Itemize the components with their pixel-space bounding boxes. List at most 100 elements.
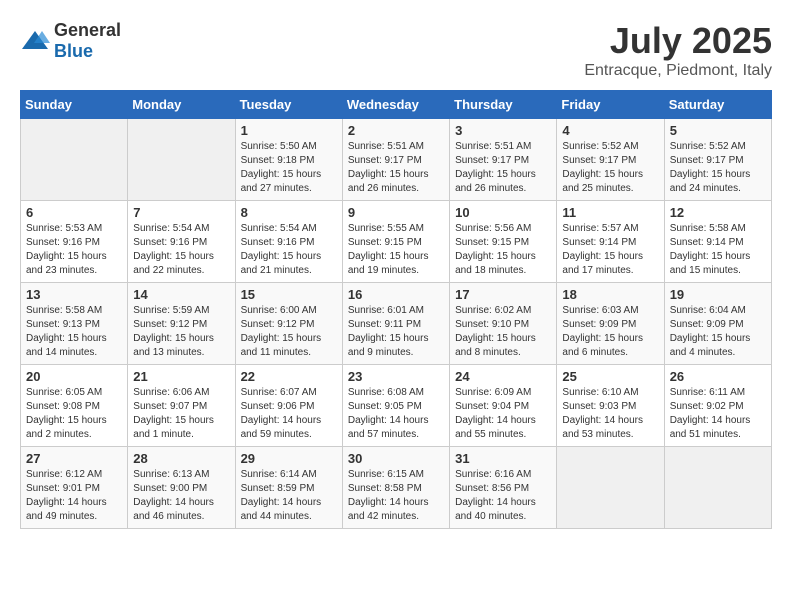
calendar-cell: 19 Sunrise: 6:04 AMSunset: 9:09 PMDayligh… — [664, 283, 771, 365]
calendar-week-row: 20Sunrise: 6:05 AMSunset: 9:08 PMDayligh… — [21, 365, 772, 447]
day-info: Sunrise: 5:56 AMSunset: 9:15 PMDaylight:… — [455, 222, 551, 278]
day-info: Sunrise: 6:04 AMSunset: 9:09 PMDaylight:… — [670, 304, 766, 360]
day-number: 25 — [562, 369, 658, 384]
calendar-cell: 26Sunrise: 6:11 AMSunset: 9:02 PMDayligh… — [664, 365, 771, 447]
weekday-header: Wednesday — [342, 91, 449, 119]
calendar-cell: 13 Sunrise: 5:58 AMSunset: 9:13 PMDayligh… — [21, 283, 128, 365]
calendar-cell — [21, 119, 128, 201]
day-number: 30 — [348, 451, 444, 466]
day-number: 16 — [348, 287, 444, 302]
day-info: Sunrise: 6:02 AMSunset: 9:10 PMDaylight:… — [455, 304, 551, 360]
calendar-cell: 3 Sunrise: 5:51 AMSunset: 9:17 PMDaylight… — [450, 119, 557, 201]
calendar-cell: 29 Sunrise: 6:14 AMSunset: 8:59 PMDayligh… — [235, 447, 342, 529]
day-number: 6 — [26, 205, 122, 220]
weekday-header: Saturday — [664, 91, 771, 119]
logo-icon — [20, 29, 50, 53]
day-info: Sunrise: 6:07 AMSunset: 9:06 PMDaylight:… — [241, 386, 337, 442]
day-number: 29 — [241, 451, 337, 466]
day-info: Sunrise: 6:05 AMSunset: 9:08 PMDaylight:… — [26, 386, 122, 442]
calendar-week-row: 13 Sunrise: 5:58 AMSunset: 9:13 PMDayligh… — [21, 283, 772, 365]
day-number: 14 — [133, 287, 229, 302]
calendar-cell: 10 Sunrise: 5:56 AMSunset: 9:15 PMDayligh… — [450, 201, 557, 283]
calendar-cell: 24Sunrise: 6:09 AMSunset: 9:04 PMDayligh… — [450, 365, 557, 447]
day-number: 10 — [455, 205, 551, 220]
calendar-cell: 1 Sunrise: 5:50 AMSunset: 9:18 PMDaylight… — [235, 119, 342, 201]
day-number: 26 — [670, 369, 766, 384]
day-info: Sunrise: 6:15 AMSunset: 8:58 PMDaylight:… — [348, 468, 444, 524]
day-number: 3 — [455, 123, 551, 138]
day-number: 22 — [241, 369, 337, 384]
calendar-cell: 12 Sunrise: 5:58 AMSunset: 9:14 PMDayligh… — [664, 201, 771, 283]
day-number: 13 — [26, 287, 122, 302]
calendar-cell: 9Sunrise: 5:55 AMSunset: 9:15 PMDaylight… — [342, 201, 449, 283]
day-number: 19 — [670, 287, 766, 302]
calendar-cell — [557, 447, 664, 529]
day-info: Sunrise: 6:13 AMSunset: 9:00 PMDaylight:… — [133, 468, 229, 524]
day-number: 12 — [670, 205, 766, 220]
weekday-header: Thursday — [450, 91, 557, 119]
month-title: July 2025 — [584, 20, 772, 62]
day-number: 1 — [241, 123, 337, 138]
day-number: 2 — [348, 123, 444, 138]
page-header: General Blue July 2025 Entracque, Piedmo… — [20, 20, 772, 80]
calendar-cell: 20Sunrise: 6:05 AMSunset: 9:08 PMDayligh… — [21, 365, 128, 447]
calendar-cell: 23Sunrise: 6:08 AMSunset: 9:05 PMDayligh… — [342, 365, 449, 447]
day-number: 27 — [26, 451, 122, 466]
day-number: 15 — [241, 287, 337, 302]
calendar-cell: 5Sunrise: 5:52 AMSunset: 9:17 PMDaylight… — [664, 119, 771, 201]
calendar-cell: 27 Sunrise: 6:12 AMSunset: 9:01 PMDayligh… — [21, 447, 128, 529]
weekday-header: Friday — [557, 91, 664, 119]
day-info: Sunrise: 6:08 AMSunset: 9:05 PMDaylight:… — [348, 386, 444, 442]
weekday-header: Monday — [128, 91, 235, 119]
logo-general: General — [54, 20, 121, 40]
calendar-cell: 22 Sunrise: 6:07 AMSunset: 9:06 PMDayligh… — [235, 365, 342, 447]
day-info: Sunrise: 6:12 AMSunset: 9:01 PMDaylight:… — [26, 468, 122, 524]
day-info: Sunrise: 6:09 AMSunset: 9:04 PMDaylight:… — [455, 386, 551, 442]
day-number: 18 — [562, 287, 658, 302]
calendar-cell: 18 Sunrise: 6:03 AMSunset: 9:09 PMDayligh… — [557, 283, 664, 365]
day-number: 21 — [133, 369, 229, 384]
day-info: Sunrise: 5:58 AMSunset: 9:14 PMDaylight:… — [670, 222, 766, 278]
calendar-cell: 14 Sunrise: 5:59 AMSunset: 9:12 PMDayligh… — [128, 283, 235, 365]
calendar-cell: 17Sunrise: 6:02 AMSunset: 9:10 PMDayligh… — [450, 283, 557, 365]
day-info: Sunrise: 6:10 AMSunset: 9:03 PMDaylight:… — [562, 386, 658, 442]
day-info: Sunrise: 5:59 AMSunset: 9:12 PMDaylight:… — [133, 304, 229, 360]
day-number: 28 — [133, 451, 229, 466]
day-info: Sunrise: 5:57 AMSunset: 9:14 PMDaylight:… — [562, 222, 658, 278]
day-info: Sunrise: 5:50 AMSunset: 9:18 PMDaylight:… — [241, 140, 337, 196]
day-info: Sunrise: 6:03 AMSunset: 9:09 PMDaylight:… — [562, 304, 658, 360]
title-block: July 2025 Entracque, Piedmont, Italy — [584, 20, 772, 80]
calendar-cell: 15 Sunrise: 6:00 AMSunset: 9:12 PMDayligh… — [235, 283, 342, 365]
weekday-header-row: SundayMondayTuesdayWednesdayThursdayFrid… — [21, 91, 772, 119]
logo-blue: Blue — [54, 41, 93, 61]
weekday-header: Sunday — [21, 91, 128, 119]
weekday-header: Tuesday — [235, 91, 342, 119]
day-number: 31 — [455, 451, 551, 466]
day-info: Sunrise: 5:53 AMSunset: 9:16 PMDaylight:… — [26, 222, 122, 278]
day-info: Sunrise: 5:58 AMSunset: 9:13 PMDaylight:… — [26, 304, 122, 360]
day-info: Sunrise: 5:51 AMSunset: 9:17 PMDaylight:… — [455, 140, 551, 196]
calendar-cell: 8Sunrise: 5:54 AMSunset: 9:16 PMDaylight… — [235, 201, 342, 283]
calendar-cell: 11Sunrise: 5:57 AMSunset: 9:14 PMDayligh… — [557, 201, 664, 283]
day-info: Sunrise: 5:52 AMSunset: 9:17 PMDaylight:… — [562, 140, 658, 196]
calendar-cell — [128, 119, 235, 201]
calendar-cell: 6 Sunrise: 5:53 AMSunset: 9:16 PMDaylight… — [21, 201, 128, 283]
day-number: 4 — [562, 123, 658, 138]
day-info: Sunrise: 6:00 AMSunset: 9:12 PMDaylight:… — [241, 304, 337, 360]
calendar-cell: 16Sunrise: 6:01 AMSunset: 9:11 PMDayligh… — [342, 283, 449, 365]
logo: General Blue — [20, 20, 121, 62]
day-info: Sunrise: 6:14 AMSunset: 8:59 PMDaylight:… — [241, 468, 337, 524]
day-info: Sunrise: 5:52 AMSunset: 9:17 PMDaylight:… — [670, 140, 766, 196]
location-title: Entracque, Piedmont, Italy — [584, 62, 772, 80]
calendar-week-row: 1 Sunrise: 5:50 AMSunset: 9:18 PMDaylight… — [21, 119, 772, 201]
calendar-cell: 4 Sunrise: 5:52 AMSunset: 9:17 PMDaylight… — [557, 119, 664, 201]
calendar-cell — [664, 447, 771, 529]
calendar-cell: 7Sunrise: 5:54 AMSunset: 9:16 PMDaylight… — [128, 201, 235, 283]
calendar-table: SundayMondayTuesdayWednesdayThursdayFrid… — [20, 90, 772, 529]
day-number: 7 — [133, 205, 229, 220]
day-number: 9 — [348, 205, 444, 220]
logo-text: General Blue — [54, 20, 121, 62]
day-info: Sunrise: 6:16 AMSunset: 8:56 PMDaylight:… — [455, 468, 551, 524]
calendar-week-row: 6 Sunrise: 5:53 AMSunset: 9:16 PMDaylight… — [21, 201, 772, 283]
calendar-cell: 30 Sunrise: 6:15 AMSunset: 8:58 PMDayligh… — [342, 447, 449, 529]
